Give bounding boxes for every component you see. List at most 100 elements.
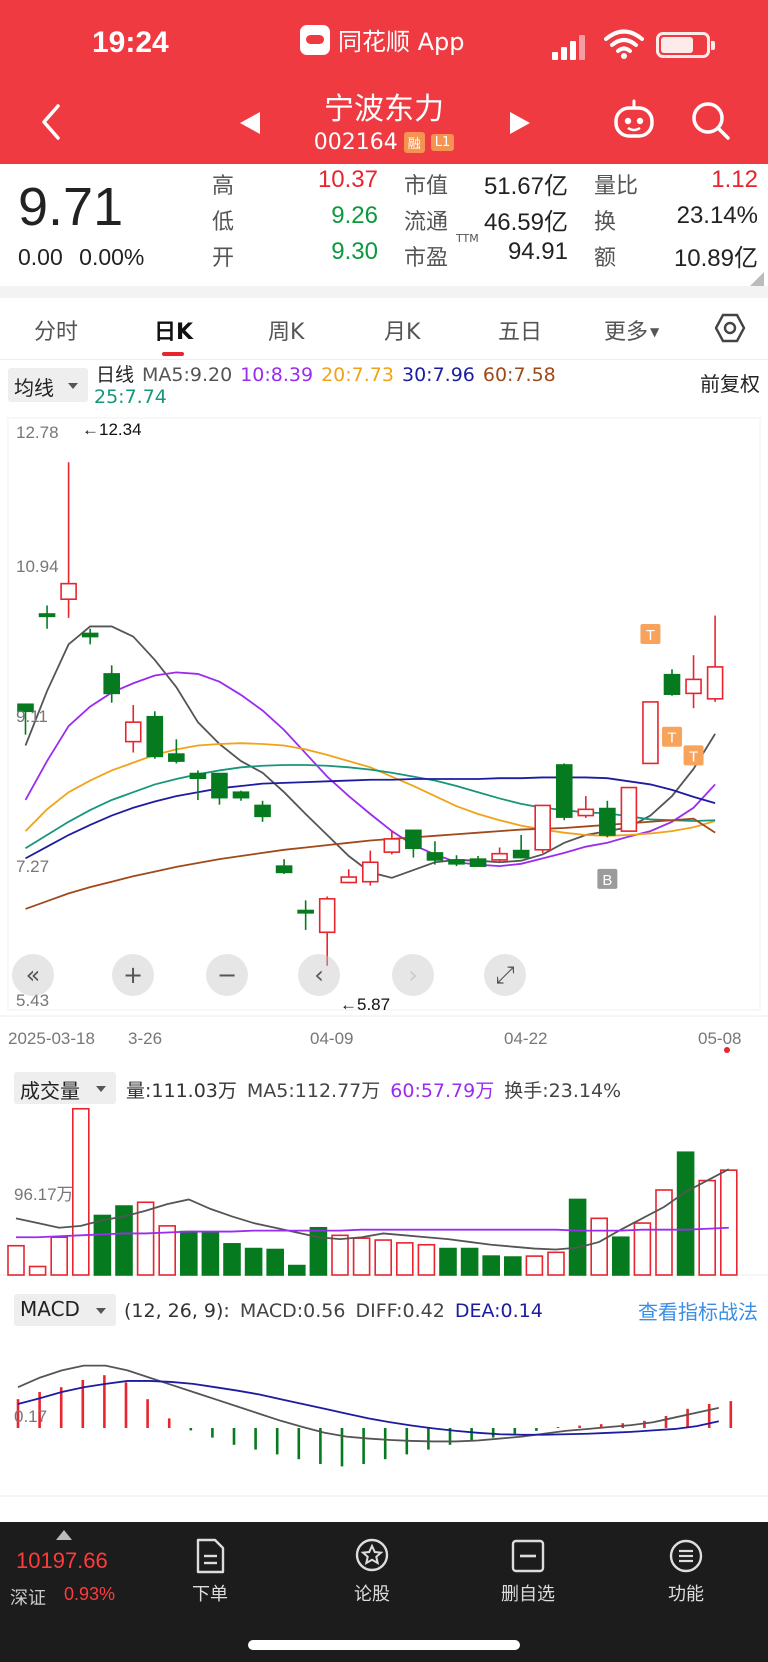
candle-down <box>254 804 271 818</box>
candlestick-chart[interactable]: TTTB 12.78 10.94 9.11 7.27 5.43 ←12.34 ←… <box>0 410 768 1053</box>
candle-up <box>577 808 595 817</box>
price-axis-label: 12.78 <box>16 423 59 442</box>
volume-bar-up <box>547 1251 565 1276</box>
macd-bars <box>16 1375 733 1467</box>
volume-bar-down <box>266 1248 285 1276</box>
scroll-right-icon[interactable]: › <box>392 954 434 996</box>
macd-chart[interactable]: 0.17 <box>0 1320 768 1500</box>
expand-corner-icon[interactable] <box>750 272 764 286</box>
candle-down <box>448 859 465 865</box>
settings-hexagon-icon[interactable] <box>714 312 746 344</box>
high-label: 高 <box>212 174 235 199</box>
volume-bar-up <box>374 1239 393 1276</box>
nav-order[interactable]: 下单 <box>160 1538 260 1606</box>
candle-down <box>81 632 99 638</box>
stock-code: 002164 <box>313 130 398 155</box>
ma30-label: 30:7.96 <box>401 364 475 386</box>
volume-axis-label: 96.17万 <box>14 1185 74 1204</box>
macd-lines <box>17 1364 719 1443</box>
candles <box>17 462 724 966</box>
volume-bar-up <box>7 1244 25 1276</box>
candle-down <box>599 807 616 836</box>
battery-icon <box>656 32 715 58</box>
volume-legend: 量:111.03万 MA5:112.77万 60:57.79万 换手:23.14% <box>126 1076 631 1103</box>
volume-bar-down <box>93 1214 112 1276</box>
level-tag: L1 <box>430 134 455 151</box>
volume-bar-up <box>72 1107 90 1276</box>
search-icon[interactable] <box>690 100 732 142</box>
volume-bar-down <box>309 1226 328 1276</box>
volume-bar-up <box>590 1217 609 1276</box>
date-label: 2025-03-18 <box>8 1029 95 1048</box>
volume-chart[interactable]: 96.17万 <box>0 1100 768 1280</box>
scroll-left-icon[interactable]: ‹ <box>298 954 340 996</box>
volume-bar-down <box>244 1247 263 1276</box>
macd-legend: (12, 26, 9): MACD:0.56 DIFF:0.42 DEA:0.14 <box>124 1300 553 1322</box>
macd-select-label: MACD <box>20 1297 80 1321</box>
volume-bar-down <box>201 1231 220 1276</box>
cellular-signal-icon <box>552 32 592 60</box>
ma-legend: 日线 MA5:9.20 10:8.39 20:7.73 30:7.96 60:7.58 25… <box>94 364 686 408</box>
price-axis-label: 7.27 <box>16 857 49 876</box>
macd-value: MACD:0.56 <box>239 1300 346 1322</box>
chevron-down-icon: ▼ <box>650 325 660 339</box>
nav-discuss[interactable]: 论股 <box>322 1538 422 1606</box>
volratio-label: 量比 <box>594 174 639 199</box>
high-value: 10.37 <box>317 166 378 193</box>
candle-up <box>60 582 77 601</box>
dea-value: DEA:0.14 <box>454 1300 543 1322</box>
tab-more[interactable]: 更多 ▼ <box>604 314 659 346</box>
adjust-mode[interactable]: 前复权 <box>700 368 760 397</box>
tab-weekly-k[interactable]: 周K <box>268 314 304 346</box>
remove-watchlist-icon <box>511 1539 545 1573</box>
ma10-label: 10:8.39 <box>240 364 314 386</box>
candle-up <box>318 898 336 934</box>
nav-functions[interactable]: 功能 <box>636 1538 736 1606</box>
volume-bar-up <box>633 1222 652 1276</box>
nav-remove-watchlist[interactable]: 删自选 <box>478 1538 578 1606</box>
macd-line-diff <box>17 1364 719 1443</box>
change-percent: 0.00% <box>79 244 145 270</box>
tab-monthly-k[interactable]: 月K <box>384 314 420 346</box>
index-value[interactable]: 10197.66 <box>16 1548 108 1574</box>
candle-down <box>189 772 207 780</box>
tab-daily-k[interactable]: 日K <box>154 314 193 346</box>
nav-discuss-label: 论股 <box>354 1584 390 1605</box>
index-name: 深证 <box>10 1588 46 1609</box>
candle-up <box>642 701 659 765</box>
candle-down <box>103 673 120 695</box>
current-price: 9.71 <box>18 177 124 237</box>
vol-value: 量:111.03万 <box>126 1080 237 1102</box>
nav-remove-label: 删自选 <box>501 1584 555 1605</box>
period-label: 日线 <box>96 364 135 386</box>
candle-down <box>663 673 681 695</box>
trade-mark-label: B <box>602 872 612 889</box>
candle-down <box>168 753 185 762</box>
volume-bar-up <box>525 1255 544 1276</box>
tab-intraday[interactable]: 分时 <box>34 314 78 346</box>
indicator-select[interactable]: 均线 <box>8 368 88 402</box>
candle-up <box>706 666 724 700</box>
zoom-in-icon[interactable]: + <box>112 954 154 996</box>
indicator-select-label: 均线 <box>14 376 54 400</box>
tab-five-day[interactable]: 五日 <box>498 314 542 346</box>
volume-bar-up <box>395 1242 414 1276</box>
date-label: 05-08 <box>698 1029 741 1048</box>
tab-more-label: 更多 <box>604 320 649 345</box>
candle-up <box>491 852 508 861</box>
period-tabs: 分时 日K 周K 月K 五日 更多 ▼ <box>0 298 768 360</box>
collapse-icon[interactable]: « <box>12 954 54 996</box>
volume-bar-down <box>439 1247 457 1276</box>
margin-tag: 融 <box>403 132 425 153</box>
ma60-label: 60:7.58 <box>482 364 556 386</box>
volume-bar-down <box>676 1151 695 1276</box>
open-value: 9.30 <box>331 238 378 265</box>
app-logo-icon <box>300 24 330 55</box>
candle-down <box>512 849 530 859</box>
fullscreen-icon[interactable]: ⤢ <box>484 954 526 996</box>
zoom-out-icon[interactable]: − <box>206 954 248 996</box>
next-stock-icon[interactable] <box>508 110 532 136</box>
volume-bar-up <box>417 1243 436 1276</box>
robot-icon[interactable] <box>612 98 656 142</box>
trade-mark-label: T <box>667 730 676 747</box>
